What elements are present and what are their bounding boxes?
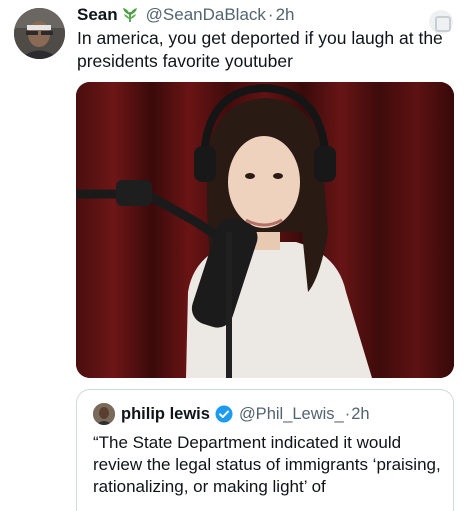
quoted-tweet-timestamp[interactable]: 2h: [351, 405, 369, 424]
author-name[interactable]: Sean: [77, 5, 118, 25]
tweet-header: Sean @SeanDaBlack · 2h: [77, 4, 427, 26]
quoted-avatar[interactable]: [93, 403, 115, 425]
tweet-media-photo[interactable]: [76, 82, 454, 378]
quoted-author-name[interactable]: philip lewis: [121, 405, 210, 424]
quoted-tweet-header: philip lewis @Phil_Lewis_ · 2h: [93, 403, 370, 425]
podcast-photo: [76, 82, 454, 378]
author-handle[interactable]: @SeanDaBlack: [146, 5, 266, 25]
avatar[interactable]: [14, 8, 65, 59]
header-separator: ·: [267, 5, 274, 24]
verified-badge-icon: [215, 405, 233, 423]
tweet-text: In america, you get deported if you laug…: [77, 28, 443, 71]
avatar-photo: [14, 8, 65, 59]
tweet-timestamp[interactable]: 2h: [276, 5, 295, 25]
quoted-header-separator: ·: [344, 404, 351, 423]
quoted-author-handle[interactable]: @Phil_Lewis_: [239, 405, 344, 424]
quoted-tweet-text: “The State Department indicated it would…: [93, 433, 441, 496]
tweet-card[interactable]: Sean @SeanDaBlack · 2h In america, you g…: [0, 0, 467, 511]
leaf-icon: [120, 6, 140, 24]
quoted-tweet[interactable]: philip lewis @Phil_Lewis_ · 2h “The Stat…: [76, 389, 454, 511]
